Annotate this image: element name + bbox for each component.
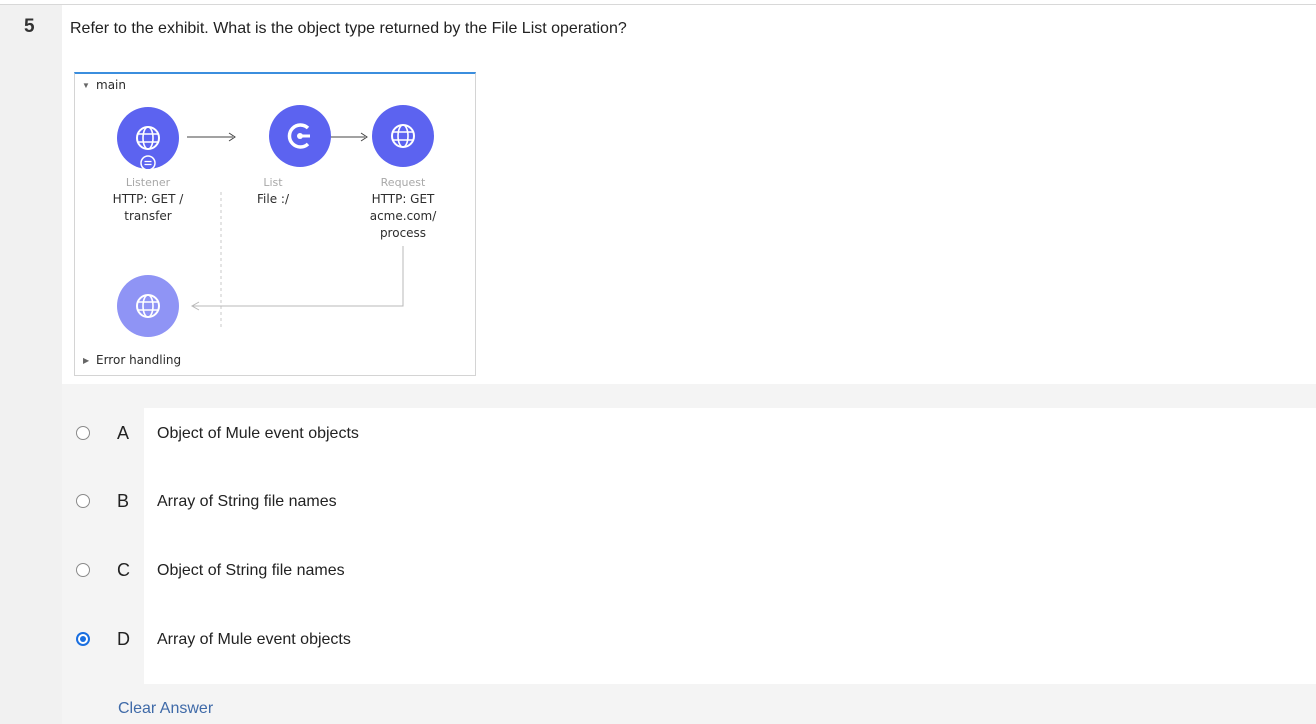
section-separator: [62, 384, 1316, 408]
question-number-gutter: [0, 5, 62, 724]
option-letter: D: [117, 629, 130, 649]
option-text[interactable]: Object of String file names: [157, 562, 345, 580]
list-caption: List File :/: [218, 174, 328, 208]
option-text[interactable]: Array of Mule event objects: [157, 631, 351, 649]
node-config-line: acme.com/: [369, 209, 437, 223]
response-node: [117, 275, 179, 337]
node-config-line: HTTP: GET: [371, 192, 435, 206]
answer-option-b[interactable]: B Array of String file names: [62, 476, 1316, 526]
globe-icon: [372, 105, 434, 167]
listener-node: [117, 107, 179, 169]
list-node: [269, 105, 331, 167]
node-config-line: HTTP: GET /: [112, 192, 184, 206]
request-caption: Request HTTP: GET acme.com/ process: [348, 174, 458, 242]
option-letter: C: [117, 560, 130, 580]
node-type-label: Listener: [125, 176, 171, 189]
globe-icon: [117, 275, 179, 337]
radio-button[interactable]: [76, 494, 90, 508]
expand-triangle-icon: ▶: [83, 356, 90, 365]
question-text: Refer to the exhibit. What is the object…: [70, 20, 627, 37]
answer-option-d[interactable]: D Array of Mule event objects: [62, 614, 1316, 664]
option-text[interactable]: Array of String file names: [157, 493, 337, 511]
radio-button-selected[interactable]: [76, 632, 90, 646]
node-config-line: process: [379, 226, 427, 240]
option-text[interactable]: Object of Mule event objects: [157, 425, 359, 443]
footer-band: [62, 684, 1316, 724]
radio-button[interactable]: [76, 563, 90, 577]
top-divider: [0, 4, 1316, 5]
exhibit-flow-diagram: ▼ main Listener HTTP: GET / transfer Lis…: [74, 72, 476, 376]
node-config-line: transfer: [124, 209, 172, 223]
globe-icon: [117, 107, 179, 169]
file-connector-icon: [269, 105, 331, 167]
option-letter: B: [117, 491, 130, 511]
node-type-label: Request: [380, 176, 426, 189]
error-handling-label[interactable]: Error handling: [96, 353, 181, 367]
option-letter: A: [117, 423, 130, 443]
answer-option-c[interactable]: C Object of String file names: [62, 545, 1316, 595]
radio-button[interactable]: [76, 426, 90, 440]
listener-caption: Listener HTTP: GET / transfer: [93, 174, 203, 225]
node-config-line: File :/: [257, 192, 289, 206]
question-number: 5: [24, 16, 35, 37]
request-node: [372, 105, 434, 167]
node-type-label: List: [263, 176, 283, 189]
answer-option-a[interactable]: A Object of Mule event objects: [62, 408, 1316, 458]
clear-answer-link[interactable]: Clear Answer: [118, 700, 213, 718]
